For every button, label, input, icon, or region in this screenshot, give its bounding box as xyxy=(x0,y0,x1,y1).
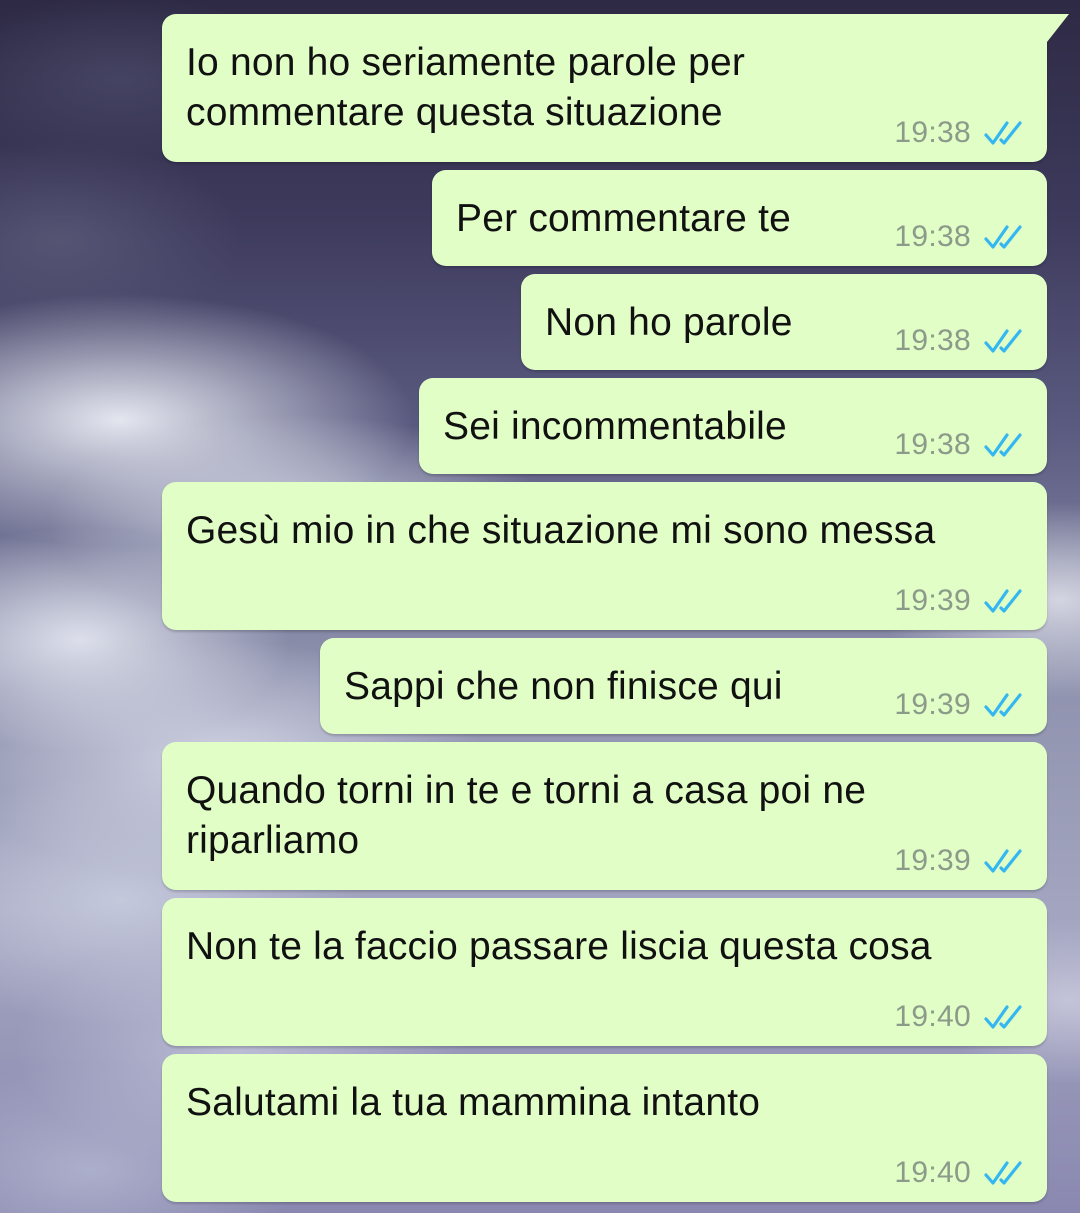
message-meta: 19:40 xyxy=(894,1000,1025,1034)
double-check-icon xyxy=(984,589,1022,613)
chat-messages-area[interactable]: Io non ho seriamente parole per commenta… xyxy=(0,0,1080,1213)
double-check-icon xyxy=(984,1161,1022,1185)
message-bubble[interactable]: Gesù mio in che situazione mi sono messa… xyxy=(162,482,1047,630)
double-check-icon xyxy=(984,849,1022,873)
message-timestamp: 19:38 xyxy=(894,116,971,149)
message-timestamp: 19:38 xyxy=(894,428,971,461)
message-meta: 19:38 xyxy=(894,324,1025,358)
message-meta: 19:38 xyxy=(894,428,1025,462)
double-check-icon xyxy=(984,121,1022,145)
message-text: Salutami la tua mammina intanto xyxy=(186,1081,761,1124)
double-check-icon xyxy=(984,225,1022,249)
message-timestamp: 19:40 xyxy=(894,1000,971,1033)
message-meta: 19:38 xyxy=(894,116,1025,150)
message-bubble[interactable]: Per commentare te 19:38 xyxy=(432,170,1047,266)
message-meta: 19:39 xyxy=(894,584,1025,618)
message-timestamp: 19:39 xyxy=(894,584,971,617)
message-timestamp: 19:38 xyxy=(894,324,971,357)
message-text: Non te la faccio passare liscia questa c… xyxy=(186,925,932,968)
message-bubble[interactable]: Quando torni in te e torni a casa poi ne… xyxy=(162,742,1047,890)
message-bubble[interactable]: Io non ho seriamente parole per commenta… xyxy=(162,14,1069,162)
double-check-icon xyxy=(984,693,1022,717)
message-timestamp: 19:39 xyxy=(894,844,971,877)
message-timestamp: 19:40 xyxy=(894,1156,971,1189)
message-meta: 19:39 xyxy=(894,688,1025,722)
message-meta: 19:38 xyxy=(894,220,1025,254)
message-timestamp: 19:38 xyxy=(894,220,971,253)
message-bubble[interactable]: Sei incommentabile 19:38 xyxy=(419,378,1047,474)
message-bubble[interactable]: Non ho parole 19:38 xyxy=(521,274,1047,370)
message-text: Gesù mio in che situazione mi sono messa xyxy=(186,509,936,552)
message-meta: 19:39 xyxy=(894,844,1025,878)
message-bubble[interactable]: Salutami la tua mammina intanto 19:40 xyxy=(162,1054,1047,1202)
double-check-icon xyxy=(984,433,1022,457)
double-check-icon xyxy=(984,1005,1022,1029)
double-check-icon xyxy=(984,329,1022,353)
message-bubble[interactable]: Sappi che non finisce qui 19:39 xyxy=(320,638,1047,734)
message-meta: 19:40 xyxy=(894,1156,1025,1190)
message-bubble[interactable]: Non te la faccio passare liscia questa c… xyxy=(162,898,1047,1046)
message-timestamp: 19:39 xyxy=(894,688,971,721)
